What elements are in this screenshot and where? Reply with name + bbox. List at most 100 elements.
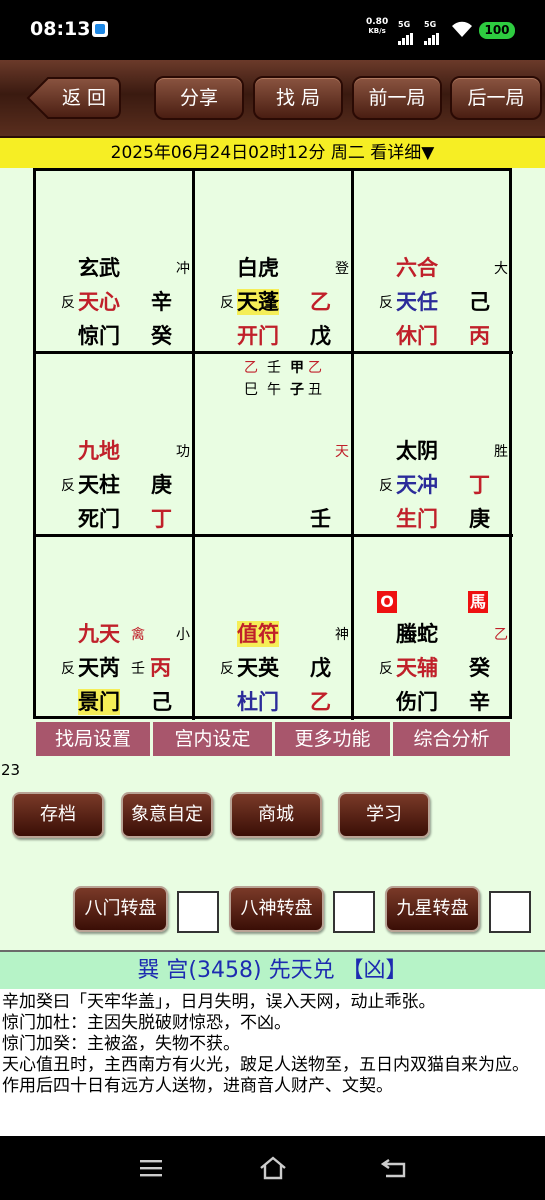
door-stem: 戊: [310, 324, 331, 348]
fan-mark: 反: [379, 478, 393, 494]
center-bot-4: 丑: [308, 382, 322, 398]
save-button[interactable]: 存档: [12, 792, 104, 838]
fan-mark: 反: [61, 295, 75, 311]
find-button[interactable]: 找 局: [253, 76, 343, 120]
corner-mark: 乙: [494, 627, 508, 643]
clock: 08:13: [30, 18, 91, 40]
bamen-rotate-button[interactable]: 八门转盘: [73, 886, 168, 932]
deity: 值符: [237, 621, 279, 647]
shop-button[interactable]: 商城: [230, 792, 322, 838]
corner-mark: 冲: [176, 261, 190, 277]
center-top-3: 甲: [290, 360, 304, 376]
deity: 九地: [78, 439, 120, 463]
app-notification-icon: [92, 21, 108, 37]
tab-palace-settings[interactable]: 宫内设定: [153, 722, 272, 756]
bashen-rotate-checkbox[interactable]: [333, 891, 375, 933]
palace-4[interactable]: 九地 功 反 天柱 庚 死门 丁: [36, 354, 195, 537]
corner-mark: 小: [176, 627, 190, 643]
palace-3[interactable]: 六合 大 反 天任 己 休门 丙: [354, 171, 513, 354]
share-button[interactable]: 分享: [154, 76, 244, 120]
center-top-4: 乙: [308, 360, 322, 376]
tab-analysis[interactable]: 综合分析: [393, 722, 510, 756]
jiuxing-rotate-button[interactable]: 九星转盘: [385, 886, 480, 932]
status-bar: 08:13 0.80 KB/s 5G 5G 100: [0, 0, 545, 60]
door-stem: 乙: [310, 690, 331, 714]
deity: 九天: [78, 622, 120, 646]
door-stem: 己: [151, 690, 172, 714]
analysis-line: 辛加癸曰「天牢华盖」，日月失明，误入天网，动止乖张。: [2, 992, 436, 1012]
star: 天冲: [396, 473, 438, 497]
door: 杜门: [237, 690, 279, 714]
analysis-line: 惊门加癸：主被盗，失物不获。: [2, 1034, 240, 1054]
door: 生门: [396, 507, 438, 531]
palace-2[interactable]: 白虎 登 反 天蓬 乙 开门 戊: [195, 171, 354, 354]
battery-indicator: 100: [479, 22, 515, 39]
palace-1[interactable]: 玄武 冲 反 天心 辛 惊门 癸: [36, 171, 195, 354]
center-stem: 壬: [310, 507, 331, 531]
palace-9[interactable]: O 馬 螣蛇 乙 反 天辅 癸 伤门 辛: [354, 537, 513, 720]
corner-mark: 大: [494, 261, 508, 277]
jiuxing-rotate-checkbox[interactable]: [489, 891, 531, 933]
door: 死门: [78, 507, 120, 531]
center-top-1: 乙: [244, 360, 258, 376]
star-stem: 庚: [151, 473, 172, 497]
star-stem: 丁: [469, 473, 490, 497]
fan-mark: 反: [220, 295, 234, 311]
menu-icon[interactable]: [139, 1158, 163, 1178]
main-area: 玄武 冲 反 天心 辛 惊门 癸 白虎 登 反 天蓬 乙 开门 戊 六合 大 反…: [0, 168, 545, 950]
star: 天蓬: [237, 289, 279, 315]
palace-center[interactable]: 乙 壬 甲 乙 巳 午 子 丑 天 壬: [195, 354, 354, 537]
door: 休门: [396, 324, 438, 348]
star: 天柱: [78, 473, 120, 497]
star-sub-stem: 壬: [131, 661, 145, 677]
star-stem: 戊: [310, 656, 331, 680]
deity: 玄武: [78, 256, 120, 280]
net-rate: 0.80: [366, 17, 389, 27]
door-stem: 庚: [469, 507, 490, 531]
fan-mark: 反: [61, 478, 75, 494]
bashen-rotate-button[interactable]: 八神转盘: [229, 886, 324, 932]
custom-meaning-button[interactable]: 象意自定: [121, 792, 213, 838]
wifi-icon: [452, 21, 472, 37]
star: 天英: [237, 656, 279, 680]
star-stem: 乙: [310, 290, 331, 314]
star-stem: 癸: [469, 656, 490, 680]
net-unit: KB/s: [368, 27, 386, 35]
palace-8[interactable]: 值符 神 反 天英 戊 杜门 乙: [195, 537, 354, 720]
door-stem: 丙: [469, 324, 490, 348]
signal-icon-2: [424, 26, 440, 45]
analysis-text: 辛加癸曰「天牢华盖」，日月失明，误入天网，动止乖张。 惊门加杜：主因失脱破财惊恐…: [0, 989, 545, 1097]
corner-mark: 登: [335, 261, 349, 277]
deity: 太阴: [396, 439, 438, 463]
palace-6[interactable]: 太阴 胜 反 天冲 丁 生门 庚: [354, 354, 513, 537]
corner-mark: 神: [335, 627, 349, 643]
bamen-rotate-checkbox[interactable]: [177, 891, 219, 933]
o-marker: O: [377, 591, 397, 613]
qin-mark: 禽: [131, 627, 145, 643]
fan-mark: 反: [61, 661, 75, 677]
tab-find-settings[interactable]: 找局设置: [36, 722, 150, 756]
star-stem: 丙: [150, 656, 171, 680]
corner-mark: 胜: [494, 444, 508, 460]
palace-7[interactable]: 九天 禽 小 反 天芮 壬 丙 景门 己: [36, 537, 195, 720]
door-stem: 辛: [469, 690, 490, 714]
center-top-2: 壬: [267, 360, 281, 376]
center-bot-2: 午: [267, 382, 281, 398]
back-nav-icon[interactable]: [380, 1156, 408, 1180]
next-button[interactable]: 后一局: [450, 76, 542, 120]
prev-button[interactable]: 前一局: [352, 76, 442, 120]
star: 天任: [396, 290, 438, 314]
learn-button[interactable]: 学习: [338, 792, 430, 838]
door-stem: 癸: [151, 324, 172, 348]
tab-more-functions[interactable]: 更多功能: [275, 722, 390, 756]
deity: 螣蛇: [396, 622, 438, 646]
analysis-line: 天心值丑时，主西南方有火光，跛足人送物至，五日内双猫自来为应。作用后四十日有远方…: [2, 1055, 529, 1096]
date-detail-bar[interactable]: 2025年06月24日02时12分 周二 看详细▼: [0, 138, 545, 168]
center-tian: 天: [335, 444, 349, 460]
fan-mark: 反: [379, 661, 393, 677]
home-icon[interactable]: [258, 1155, 288, 1181]
star-stem: 己: [469, 290, 490, 314]
counter-text: 23: [1, 761, 21, 779]
deity: 六合: [396, 256, 438, 280]
back-button[interactable]: 返 回: [26, 76, 122, 120]
